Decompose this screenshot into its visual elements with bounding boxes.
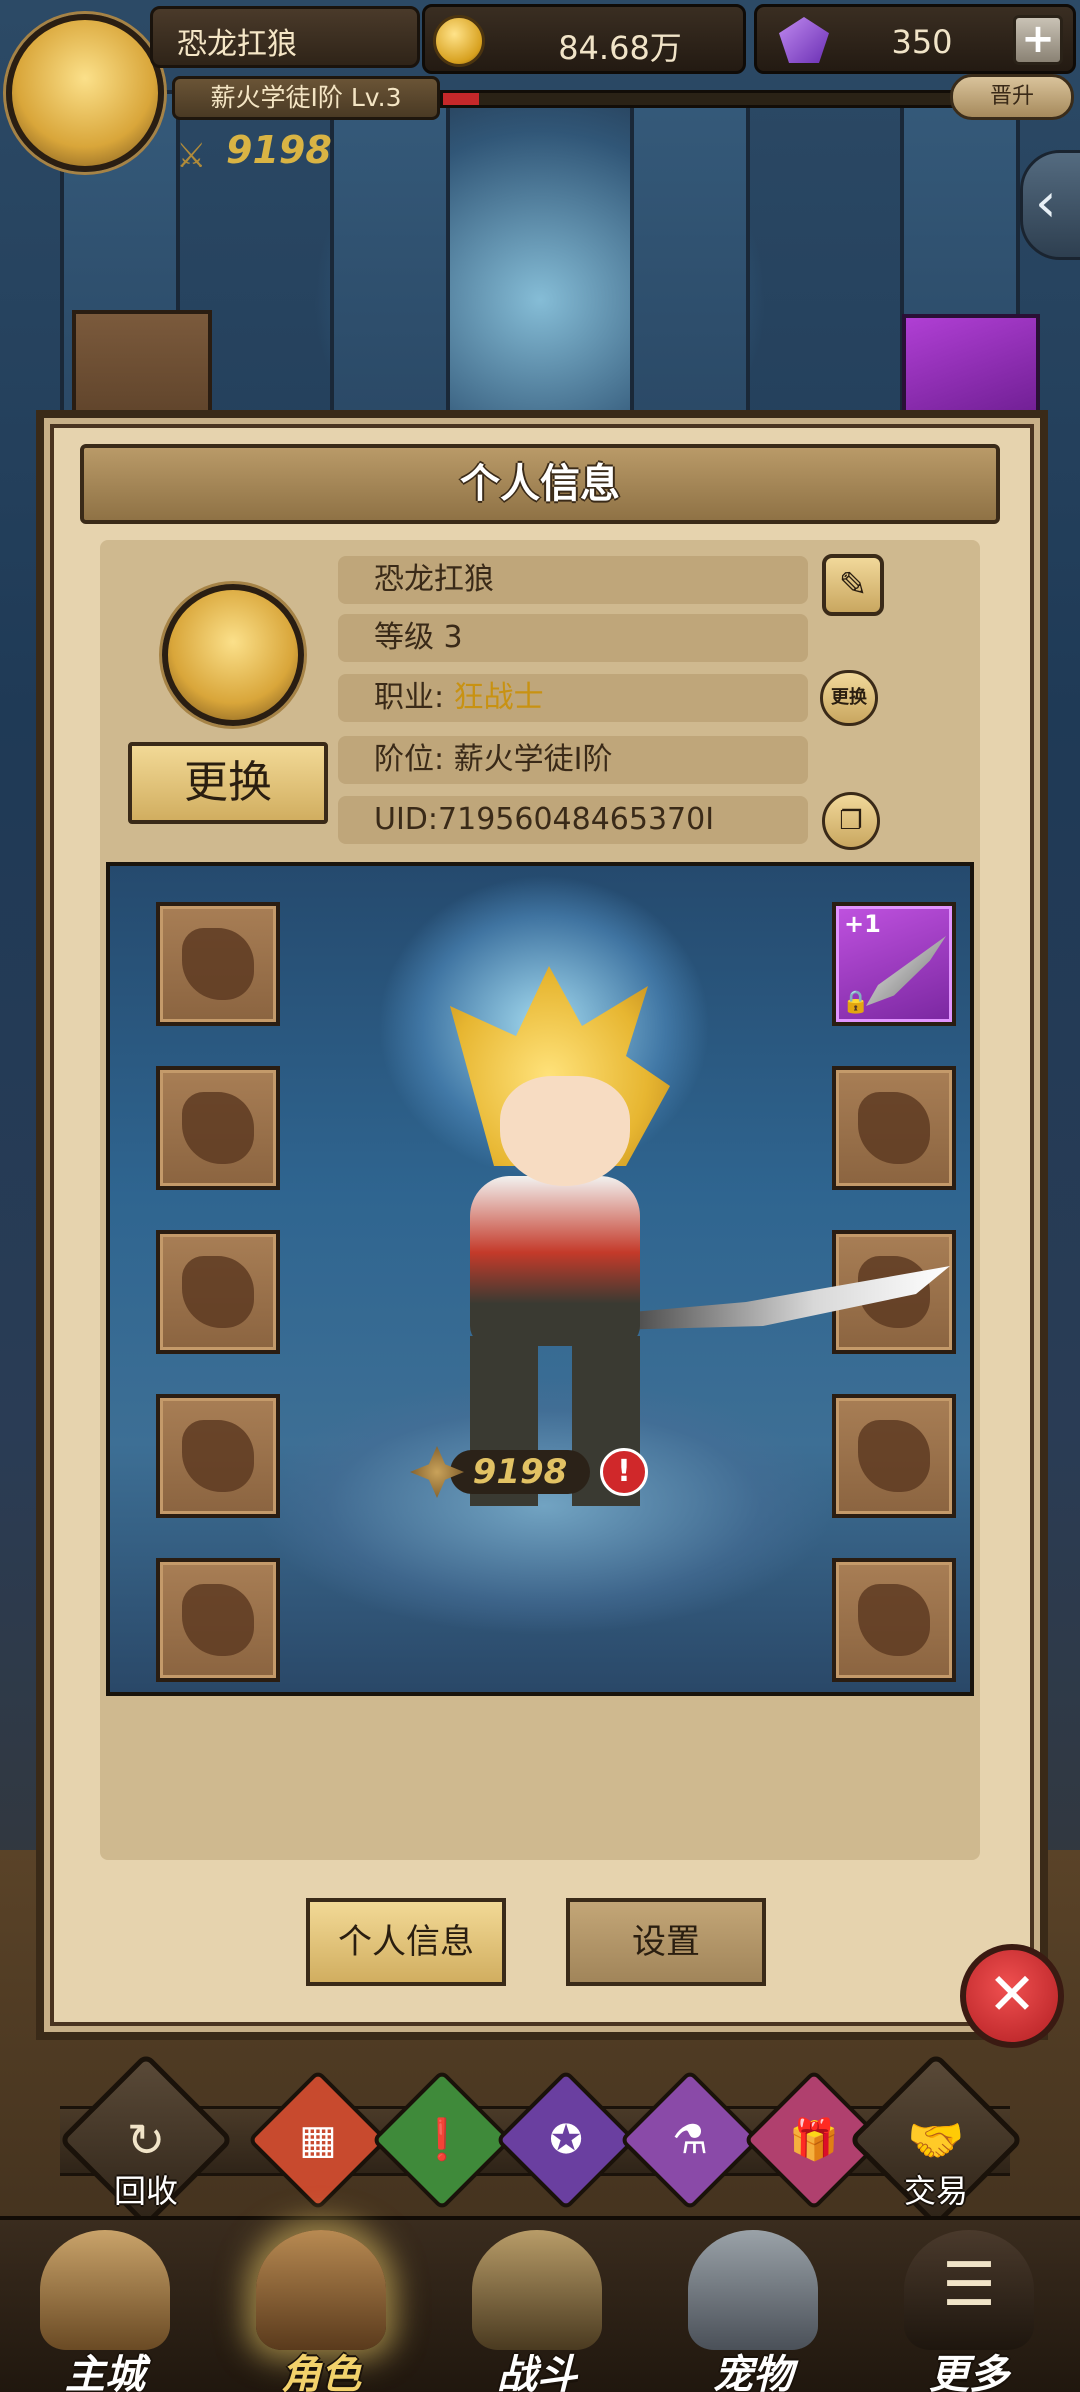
copy-uid-icon[interactable]: ❐ [822, 792, 880, 850]
add-gems-button[interactable]: + [1013, 15, 1063, 65]
tab-settings[interactable]: 设置 [566, 1898, 766, 1986]
equip-slot-gloves[interactable] [156, 1394, 280, 1518]
nav-battle[interactable]: 战斗 [452, 2226, 622, 2392]
nav-more[interactable]: ☰ 更多 [884, 2226, 1054, 2392]
combat-power: ⚔ 9198 [176, 126, 332, 176]
close-panel-button[interactable]: ✕ [960, 1944, 1064, 2048]
sword-icon [866, 936, 946, 1006]
talent-button[interactable]: ✪ [495, 2069, 637, 2211]
gold-coin-icon [433, 15, 485, 67]
change-avatar-button[interactable]: 更换 [128, 742, 328, 824]
handshake-icon: 🤝 [907, 2113, 965, 2167]
equip-slot-weapon[interactable]: +1 🔒 [832, 902, 956, 1026]
xp-bar [440, 90, 960, 108]
bag-button[interactable]: ▦ [247, 2069, 389, 2211]
alert-icon[interactable]: ! [600, 1448, 648, 1496]
tab-profile-info[interactable]: 个人信息 [306, 1898, 506, 1986]
gem-value: 350 [891, 23, 953, 61]
xp-bar-fill [443, 93, 479, 105]
nav-main-city[interactable]: 主城 [20, 2226, 190, 2392]
player-name: 恐龙扛狼 [150, 6, 420, 68]
equip-slot-helmet[interactable] [156, 902, 280, 1026]
weapon-plus-tag: +1 [844, 910, 881, 938]
nav-character[interactable]: 角色 [236, 2226, 406, 2392]
combat-power-value: 9198 [226, 128, 332, 172]
hero-face [500, 1076, 630, 1186]
nav-main-city-label: 主城 [65, 2352, 145, 2392]
pentagram-icon: ✪ [549, 2117, 583, 2163]
class-value: 狂战士 [453, 680, 544, 715]
nav-more-label: 更多 [929, 2352, 1009, 2392]
profile-class-field: 职业: 狂战士 [338, 674, 808, 722]
nav-pet[interactable]: 宠物 [668, 2226, 838, 2392]
gold-counter[interactable]: 84.68万 [422, 4, 746, 74]
equip-slot-accessory[interactable] [832, 1558, 956, 1682]
panel-title: 个人信息 [460, 461, 620, 507]
side-panel-arrow-icon[interactable]: ‹ [1020, 150, 1080, 260]
bottom-nav: 主城 角色 战斗 宠物 ☰ 更多 [0, 2216, 1080, 2392]
helmet-icon [256, 2230, 386, 2350]
helmet-silhouette-icon [182, 928, 254, 1000]
shoulder-silhouette-icon [182, 1092, 254, 1164]
equip-slot-necklace[interactable] [832, 1394, 956, 1518]
accessory-silhouette-icon [858, 1584, 930, 1656]
nav-character-label: 角色 [281, 2352, 361, 2392]
recycle-icon: ↻ [126, 2113, 166, 2167]
profile-avatar [162, 584, 304, 726]
sword-icon: ❗ [417, 2117, 467, 2163]
more-icon: ☰ [904, 2230, 1034, 2350]
gem-icon [779, 17, 829, 63]
potion-icon: ⚗ [672, 2117, 708, 2163]
class-label: 职业: [374, 680, 454, 715]
trade-label: 交易 [903, 2172, 968, 2210]
player-rank: 薪火学徒Ⅰ阶 Lv.3 [172, 76, 440, 120]
profile-level-field: 等级 3 [338, 614, 808, 662]
boots-silhouette-icon [182, 1584, 254, 1656]
profile-tier-field: 阶位: 薪火学徒Ⅰ阶 [338, 736, 808, 784]
upgrade-button[interactable]: 晋升 [950, 74, 1074, 120]
necklace-silhouette-icon [858, 1420, 930, 1492]
edit-name-icon[interactable]: ✎ [822, 554, 884, 616]
quick-action-bar: ↻ 回收 ▦ ❗ ✪ ⚗ 🎁 🤝 交易 [0, 2052, 1080, 2228]
crossed-swords-icon: ⚔ [176, 136, 207, 176]
panel-title-bar: 个人信息 [80, 444, 1000, 524]
profile-uid-field: UID:71956048465370Ⅰ [338, 796, 808, 844]
recycle-label: 回收 [113, 2172, 178, 2210]
profile-name-field: 恐龙扛狼 [338, 556, 808, 604]
showcase-power-badge: 9198 ! [410, 1446, 660, 1498]
alchemy-button[interactable]: ⚗ [619, 2069, 761, 2211]
equip-slot-armor[interactable] [156, 1230, 280, 1354]
hero-torso [470, 1176, 640, 1346]
bag-icon: ▦ [299, 2117, 337, 2163]
equip-slot-ring-1[interactable] [832, 1066, 956, 1190]
gift-icon: 🎁 [789, 2117, 839, 2163]
hero-character [410, 966, 950, 1526]
gloves-silhouette-icon [182, 1420, 254, 1492]
nav-pet-label: 宠物 [713, 2352, 793, 2392]
armor-silhouette-icon [182, 1256, 254, 1328]
gem-counter[interactable]: 350 + [754, 4, 1076, 74]
change-class-button[interactable]: 更换 [820, 670, 878, 726]
pet-icon [688, 2230, 818, 2350]
player-avatar[interactable] [6, 14, 164, 172]
nav-battle-label: 战斗 [497, 2352, 577, 2392]
showcase-power-value: 9198 [450, 1450, 590, 1494]
forge-button[interactable]: ❗ [371, 2069, 513, 2211]
equip-slot-shoulder[interactable] [156, 1066, 280, 1190]
lock-icon: 🔒 [842, 990, 870, 1015]
castle-icon [40, 2230, 170, 2350]
equip-slot-boots[interactable] [156, 1558, 280, 1682]
gold-value: 84.68万 [558, 29, 682, 67]
ring-silhouette-icon [858, 1092, 930, 1164]
character-showcase: +1 🔒 9198 ! [106, 862, 974, 1696]
power-emblem-icon [410, 1446, 464, 1498]
battle-icon [472, 2230, 602, 2350]
